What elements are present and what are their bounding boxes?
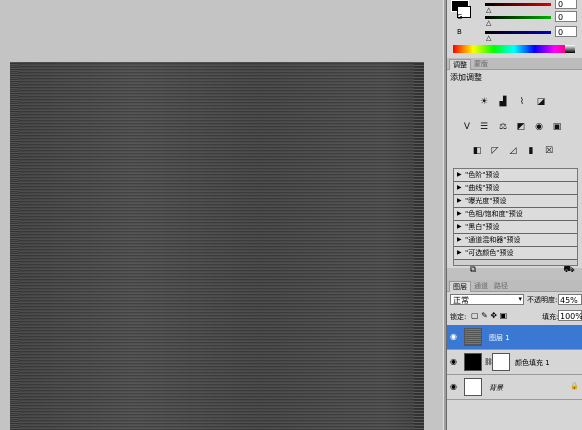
adjustments-footer: ⧉ ⛟	[447, 264, 582, 276]
blue-slider[interactable]: B △ 0	[457, 26, 582, 42]
preset-item[interactable]: ▶ "色阶"预设	[454, 169, 577, 182]
red-value-field[interactable]: 0	[555, 0, 577, 9]
adjustments-panel: 调整 蒙版 添加调整 ☀ ▟ ⌇ ◪ V ☰ ⚖ ◩ ◉ ▣ ◧ ◸ ◿ ▮ ☒…	[447, 58, 582, 275]
threshold-icon[interactable]: ◿	[507, 145, 519, 157]
selective-color-icon[interactable]: ☒	[543, 145, 555, 157]
expand-arrow-icon[interactable]: ▶	[457, 195, 462, 207]
levels-icon[interactable]: ▟	[497, 96, 509, 108]
opacity-label: 不透明度:	[527, 296, 558, 304]
adjustments-tabbar: 调整 蒙版	[447, 58, 582, 70]
tab-channels[interactable]: 通道	[471, 281, 491, 291]
preset-item[interactable]: ▶ "色相/饱和度"预设	[454, 208, 577, 221]
preset-label: "色阶"预设	[465, 171, 500, 179]
brushed-edge-right	[414, 62, 424, 430]
lock-options-icons[interactable]: ▢ ✎ ✥ ▣	[471, 311, 507, 320]
green-value-field[interactable]: 0	[555, 11, 577, 22]
preset-label: "通道混和器"预设	[465, 236, 521, 244]
layer-row-background[interactable]: ◉ 背景 🔒	[447, 375, 582, 400]
blend-mode-value: 正常	[453, 296, 469, 305]
curves-icon[interactable]: ⌇	[516, 96, 528, 108]
vibrance-icon[interactable]: V	[461, 121, 473, 133]
slider-track[interactable]	[485, 16, 551, 19]
expand-arrow-icon[interactable]: ▶	[457, 221, 462, 233]
layers-panel: 图层 通道 路径 正常 ▾ 不透明度: 45% 锁定: ▢ ✎ ✥ ▣ 填充: …	[447, 280, 582, 430]
preset-label: "曲线"预设	[465, 184, 500, 192]
gradient-map-icon[interactable]: ▮	[525, 145, 537, 157]
eye-icon[interactable]: ◉	[450, 357, 457, 366]
green-slider[interactable]: G △ 0	[457, 11, 582, 27]
preset-item[interactable]: ▶ "通道混和器"预设	[454, 234, 577, 247]
add-adjustment-title: 添加调整	[450, 73, 482, 82]
fill-label: 填充:	[542, 313, 559, 321]
layer-thumbnail	[464, 328, 482, 346]
layer-row-color-fill[interactable]: ◉ ⛓ 颜色填充 1	[447, 350, 582, 375]
document-image[interactable]	[10, 62, 424, 430]
lock-icon: 🔒	[570, 382, 579, 390]
layer-name[interactable]: 背景	[489, 383, 503, 393]
opacity-field[interactable]: 45%	[558, 294, 582, 305]
eye-icon[interactable]: ◉	[450, 382, 457, 391]
preset-item[interactable]: ▶ "曲线"预设	[454, 182, 577, 195]
black-white-icon[interactable]: ◩	[515, 121, 527, 133]
hue-saturation-icon[interactable]: ☰	[478, 121, 490, 133]
layer-name[interactable]: 颜色填充 1	[515, 358, 550, 368]
preset-label: "曝光度"预设	[465, 197, 507, 205]
adjustment-icons-row-1: ☀ ▟ ⌇ ◪	[447, 96, 582, 110]
expand-arrow-icon[interactable]: ▶	[457, 182, 462, 194]
clip-layer-icon[interactable]: ⧉	[467, 264, 479, 276]
blend-mode-select[interactable]: 正常 ▾	[450, 294, 524, 305]
tab-masks[interactable]: 蒙版	[471, 59, 491, 69]
layer-mask-thumbnail	[492, 353, 510, 371]
exposure-icon[interactable]: ◪	[535, 96, 547, 108]
preset-item[interactable]: ▶ "黑白"预设	[454, 221, 577, 234]
black-white-ramp[interactable]	[565, 45, 575, 53]
blue-value-field[interactable]: 0	[555, 26, 577, 37]
photo-filter-icon[interactable]: ◉	[533, 121, 545, 133]
color-panel: △ 0 G △ 0 B △ 0	[447, 0, 582, 58]
preset-label: "黑白"预设	[465, 223, 500, 231]
channel-mixer-icon[interactable]: ▣	[551, 121, 563, 133]
lock-label: 锁定:	[450, 313, 467, 321]
tab-paths[interactable]: 路径	[491, 281, 511, 291]
adjustment-icons-row-2: V ☰ ⚖ ◩ ◉ ▣	[447, 121, 582, 135]
expand-arrow-icon[interactable]: ▶	[457, 234, 462, 246]
slider-track[interactable]	[485, 3, 551, 6]
panel-options-icon[interactable]: ⛟	[563, 264, 575, 276]
color-balance-icon[interactable]: ⚖	[497, 121, 509, 133]
brightness-contrast-icon[interactable]: ☀	[478, 96, 490, 108]
fill-color-thumbnail	[464, 353, 482, 371]
preset-item[interactable]: ▶ "可选颜色"预设	[454, 247, 577, 260]
expand-arrow-icon[interactable]: ▶	[457, 208, 462, 220]
posterize-icon[interactable]: ◸	[489, 145, 501, 157]
slider-label: B	[457, 28, 462, 36]
expand-arrow-icon[interactable]: ▶	[457, 247, 462, 259]
preset-label: "可选颜色"预设	[465, 249, 514, 257]
layer-name[interactable]: 图层 1	[489, 333, 510, 343]
brushed-edge-left	[10, 62, 18, 430]
tab-adjustments[interactable]: 调整	[449, 59, 471, 70]
slider-label: G	[457, 13, 463, 21]
fill-field[interactable]: 100%	[558, 310, 582, 321]
eye-icon[interactable]: ◉	[450, 332, 457, 341]
chevron-down-icon[interactable]: ▾	[518, 294, 522, 305]
slider-handle-icon[interactable]: △	[486, 34, 491, 42]
layers-tabbar: 图层 通道 路径	[447, 280, 582, 292]
invert-icon[interactable]: ◧	[471, 145, 483, 157]
adjustment-presets-list: ▶ "色阶"预设 ▶ "曲线"预设 ▶ "曝光度"预设 ▶ "色相/饱和度"预设 ▶ "黑…	[453, 168, 578, 266]
slider-track[interactable]	[485, 31, 551, 34]
tab-layers[interactable]: 图层	[449, 281, 471, 292]
color-spectrum-bar[interactable]	[453, 45, 575, 53]
layer-thumbnail	[464, 378, 482, 396]
expand-arrow-icon[interactable]: ▶	[457, 169, 462, 181]
preset-label: "色相/饱和度"预设	[465, 210, 523, 218]
preset-item[interactable]: ▶ "曝光度"预设	[454, 195, 577, 208]
layer-row-layer1[interactable]: ◉ 图层 1	[447, 325, 582, 350]
adjustment-icons-row-3: ◧ ◸ ◿ ▮ ☒	[447, 145, 582, 159]
document-canvas-area[interactable]	[0, 0, 443, 430]
